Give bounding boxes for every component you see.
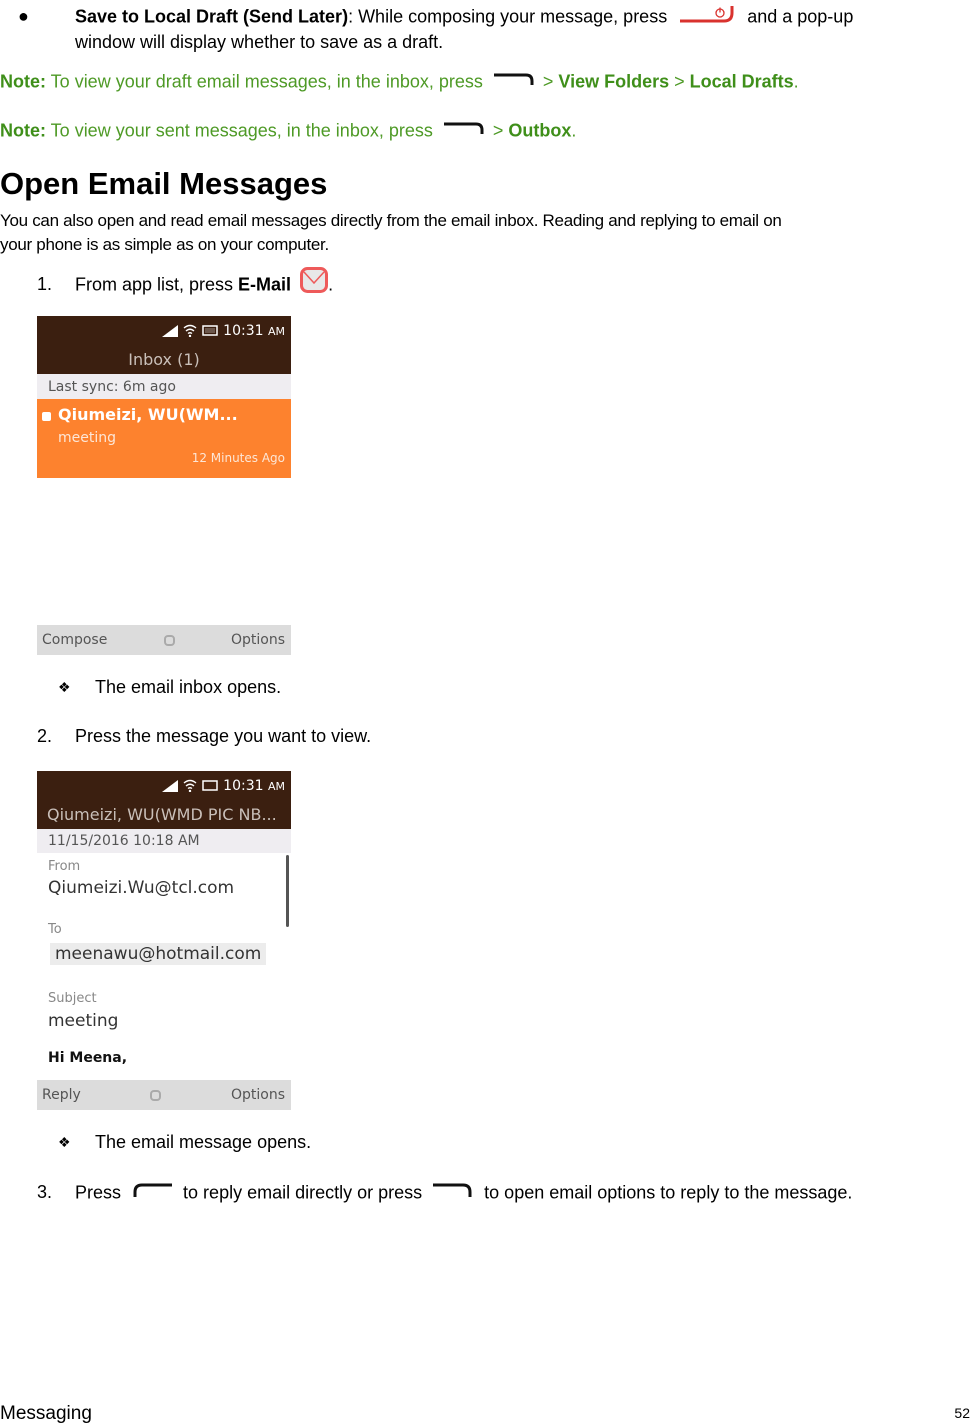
status-time: 10:31 xyxy=(223,777,264,794)
step-3: Press to reply email directly or press t… xyxy=(75,1181,852,1206)
step-number: 1. xyxy=(37,274,53,294)
battery-icon xyxy=(202,780,218,791)
scrollbar[interactable] xyxy=(286,855,289,927)
page-number: 52 xyxy=(954,1405,970,1421)
status-bar: 10:31 AM xyxy=(37,771,291,800)
message-time: 12 Minutes Ago xyxy=(191,451,285,465)
save-draft-title: Save to Local Draft (Send Later) xyxy=(75,6,349,27)
result-marker: ❖ xyxy=(58,679,71,695)
right-softkey-icon xyxy=(492,70,536,95)
right-softkey-icon xyxy=(442,119,486,144)
center-key-icon[interactable] xyxy=(150,1089,162,1101)
right-softkey-icon xyxy=(431,1181,475,1206)
unread-dot-icon xyxy=(42,412,51,421)
message-date: 11/15/2016 10:18 AM xyxy=(37,829,291,853)
reply-softkey[interactable]: Reply xyxy=(42,1087,81,1103)
options-softkey[interactable]: Options xyxy=(231,1087,285,1103)
signal-icon xyxy=(162,779,179,792)
compose-softkey[interactable]: Compose xyxy=(42,632,107,648)
options-softkey[interactable]: Options xyxy=(231,632,285,648)
subject-label: Subject xyxy=(48,991,97,1006)
message-subject: meeting xyxy=(58,430,117,446)
result-message-opens: The email message opens. xyxy=(95,1132,312,1152)
wifi-icon xyxy=(183,324,197,337)
wifi-icon xyxy=(183,779,197,792)
power-end-key-icon xyxy=(676,4,738,31)
section-title: Open Email Messages xyxy=(0,166,328,201)
email-app-icon xyxy=(300,267,329,298)
to-recipient-chip[interactable]: meenawu@hotmail.com xyxy=(50,943,267,965)
softkey-bar: Compose Options xyxy=(37,625,291,655)
status-bar: 10:31 AM xyxy=(37,316,291,345)
step-2: Press the message you want to view. xyxy=(75,726,372,746)
save-draft-bullet: Save to Local Draft (Send Later): While … xyxy=(75,4,965,53)
message-list-item[interactable]: Qiumeizi, WU(WM... meeting 12 Minutes Ag… xyxy=(37,399,291,478)
bullet-marker: ● xyxy=(18,6,29,26)
message-title: Qiumeizi, WU(WMD PIC NB... xyxy=(37,800,291,829)
step-1: From app list, press E-Mail . xyxy=(75,267,333,298)
inbox-screenshot: 10:31 AM Inbox (1) Last sync: 6m ago Qiu… xyxy=(37,316,291,655)
footer-section: Messaging xyxy=(0,1403,92,1424)
message-body: Hi Meena, xyxy=(48,1050,128,1066)
step-number: 3. xyxy=(37,1182,53,1202)
last-sync: Last sync: 6m ago xyxy=(37,374,291,399)
status-time: 10:31 xyxy=(223,322,264,339)
note-drafts: Note: To view your draft email messages,… xyxy=(0,70,799,95)
result-inbox-opens: The email inbox opens. xyxy=(95,677,282,697)
center-key-icon[interactable] xyxy=(163,634,175,646)
result-marker: ❖ xyxy=(58,1134,71,1150)
section-intro-line1: You can also open and read email message… xyxy=(0,211,782,230)
signal-icon xyxy=(162,324,179,337)
inbox-title: Inbox (1) xyxy=(37,345,291,374)
message-screenshot: 10:31 AM Qiumeizi, WU(WMD PIC NB... 11/1… xyxy=(37,771,291,1110)
note-outbox: Note: To view your sent messages, in the… xyxy=(0,119,576,144)
from-value: Qiumeizi.Wu@tcl.com xyxy=(48,878,235,898)
left-softkey-icon xyxy=(130,1181,174,1206)
message-sender: Qiumeizi, WU(WM... xyxy=(58,405,238,424)
to-label: To xyxy=(48,922,62,937)
from-label: From xyxy=(48,859,81,874)
section-intro-line2: your phone is as simple as on your compu… xyxy=(0,235,329,254)
step-number: 2. xyxy=(37,726,53,746)
battery-icon xyxy=(202,325,218,336)
softkey-bar: Reply Options xyxy=(37,1080,291,1110)
subject-value: meeting xyxy=(48,1011,119,1031)
